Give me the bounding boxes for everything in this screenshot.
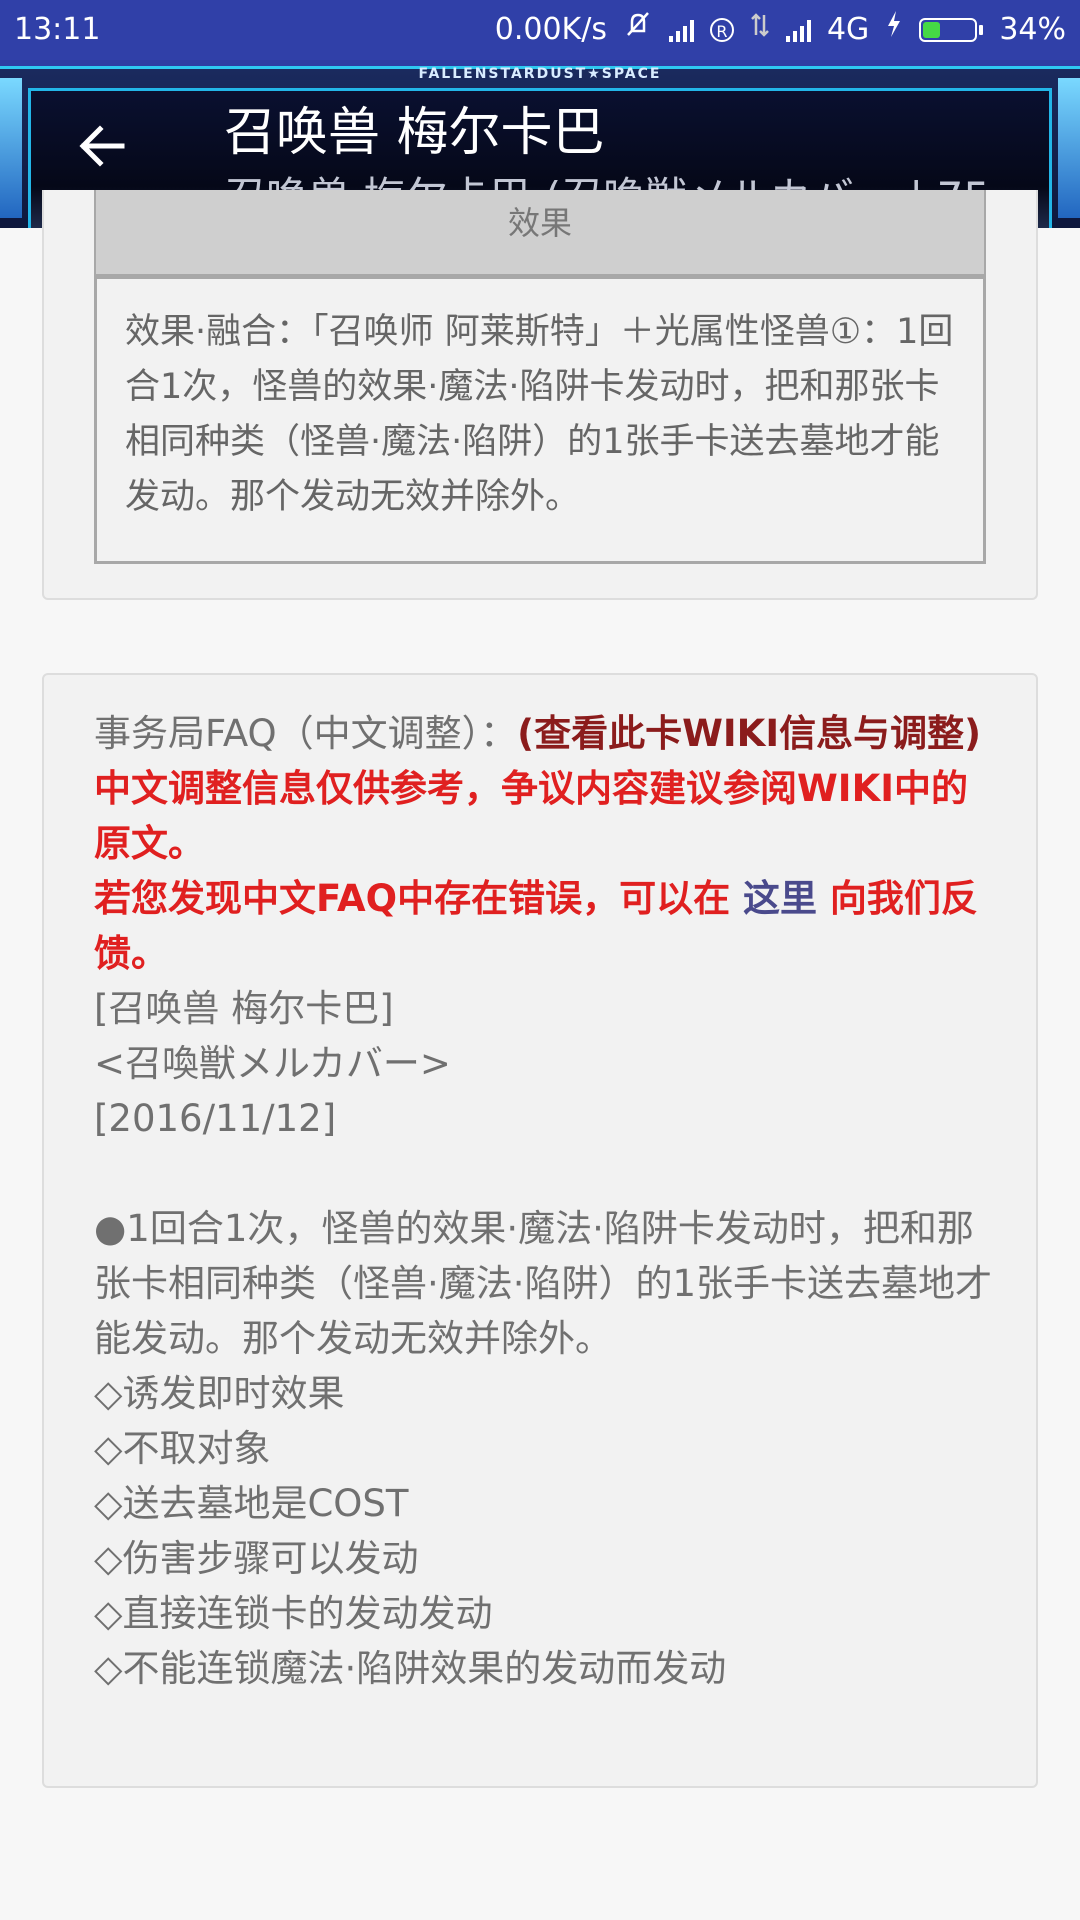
- wiki-link[interactable]: (查看此卡WIKI信息与调整): [517, 712, 981, 755]
- status-icons: 0.00K/s R 4G 34%: [495, 0, 1066, 60]
- faq-content: 事务局FAQ（中文调整）：(查看此卡WIKI信息与调整) 中文调整信息仅供参考，…: [94, 706, 994, 1696]
- notice-reference: 中文调整信息仅供参考，争议内容建议参阅WIKI中的原文。: [94, 767, 969, 865]
- notice-feedback-prefix: 若您发现中文FAQ中存在错误，可以在: [94, 877, 731, 920]
- effect-text: 效果·融合：「召唤师 阿莱斯特」＋光属性怪兽①：1回合1次，怪兽的效果·魔法·陷…: [94, 276, 986, 564]
- network-type: 4G: [826, 12, 870, 47]
- toolbar-frame-edge-left: [0, 78, 22, 218]
- charging-icon: [885, 0, 903, 60]
- battery-icon: [919, 18, 984, 42]
- network-speed: 0.00K/s: [494, 12, 607, 47]
- feedback-link[interactable]: 这里: [743, 877, 817, 920]
- arrow-left-icon: [79, 125, 125, 167]
- back-button[interactable]: [78, 124, 126, 168]
- ruling-item: ◇伤害步骤可以发动: [94, 1537, 419, 1580]
- signal-icon: [668, 18, 694, 42]
- status-time: 13:11: [14, 12, 101, 47]
- signal-icon-2: [785, 18, 811, 42]
- effect-header: 效果: [94, 190, 986, 276]
- brand-label: FALLENSTARDUST★SPACE: [418, 66, 662, 82]
- roaming-icon: R: [709, 18, 734, 42]
- data-transfer-icon: [750, 0, 770, 60]
- faq-date: [2016/11/12]: [94, 1097, 337, 1140]
- battery-percent: 34%: [999, 12, 1066, 47]
- effect-summary: ●1回合1次，怪兽的效果·魔法·陷阱卡发动时，把和那张卡相同种类（怪兽·魔法·陷…: [94, 1207, 993, 1360]
- page-title: 召唤兽 梅尔卡巴: [224, 103, 605, 163]
- faq-label: 事务局FAQ（中文调整）：: [94, 712, 518, 755]
- ruling-item: ◇送去墓地是COST: [94, 1482, 409, 1525]
- toolbar-frame-edge-right: [1058, 78, 1080, 218]
- ruling-item: ◇直接连锁卡的发动发动: [94, 1592, 493, 1635]
- mute-icon: [623, 0, 653, 60]
- ruling-item: ◇不取对象: [94, 1427, 271, 1470]
- status-bar: 13:11 0.00K/s R 4G 34%: [0, 0, 1080, 60]
- effect-header-label: 效果: [507, 204, 572, 242]
- battery-fill: [923, 22, 941, 38]
- card-name-cn: [召唤兽 梅尔卡巴]: [94, 987, 394, 1030]
- ruling-item: ◇不能连锁魔法·陷阱效果的发动而发动: [94, 1647, 727, 1690]
- card-name-jp: <召喚獣メルカバー>: [94, 1042, 451, 1085]
- ruling-item: ◇诱发即时效果: [94, 1372, 345, 1415]
